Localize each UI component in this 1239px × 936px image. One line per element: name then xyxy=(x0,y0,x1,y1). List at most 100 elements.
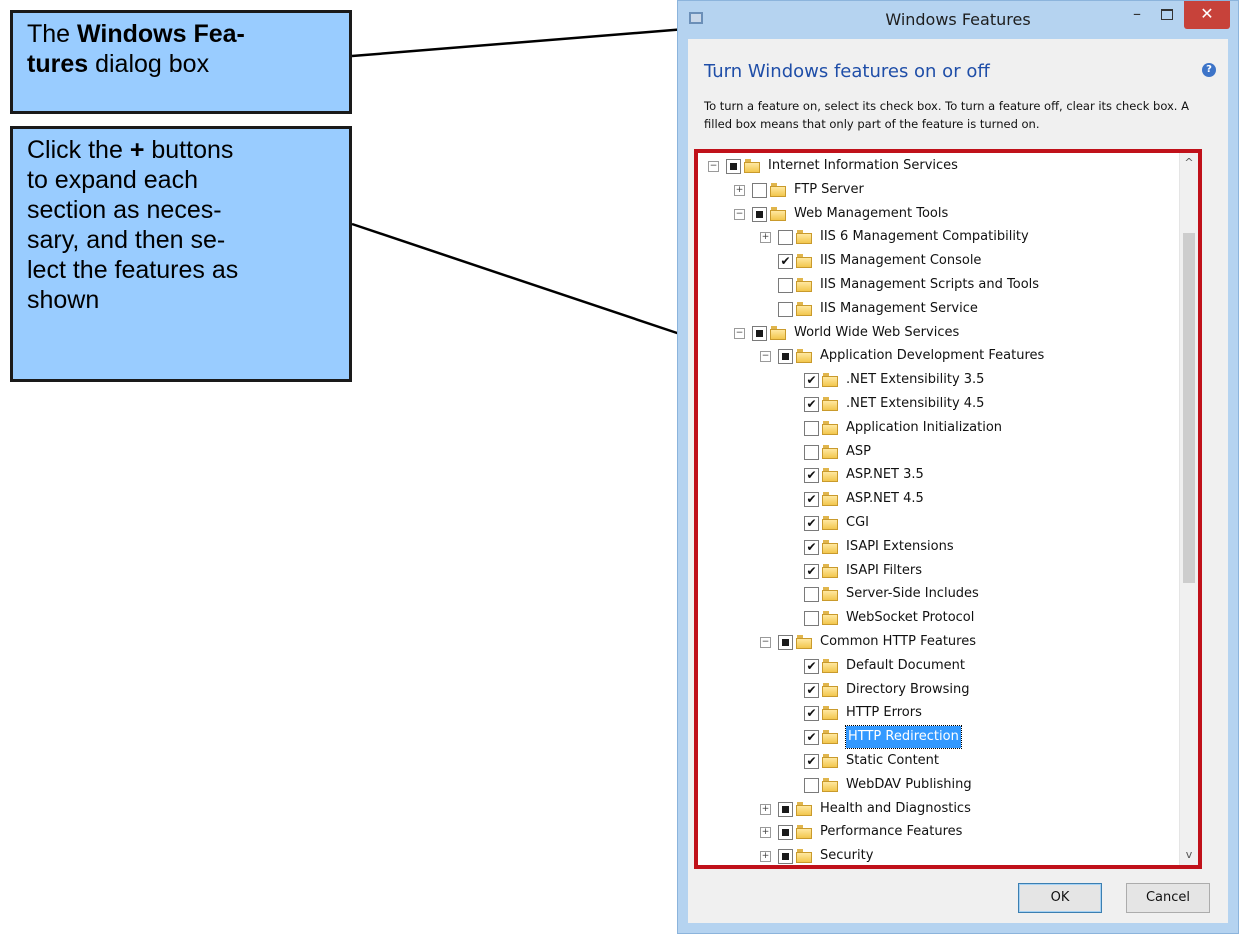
feature-checkbox[interactable] xyxy=(778,230,793,246)
feature-checkbox[interactable]: ✔ xyxy=(804,373,819,389)
feature-checkbox[interactable] xyxy=(778,635,793,650)
expand-icon[interactable]: + xyxy=(760,232,771,244)
scroll-down-icon[interactable]: v xyxy=(1180,845,1198,865)
feature-checkbox[interactable]: ✔ xyxy=(804,539,819,555)
feature-checkbox[interactable] xyxy=(726,159,741,174)
feature-checkbox[interactable]: ✔ xyxy=(804,682,819,698)
feature-checkbox[interactable] xyxy=(804,587,819,603)
tree-item[interactable]: ✔ CGI xyxy=(786,512,1168,534)
tree-item[interactable]: ✔ IIS Management Console xyxy=(760,250,1168,272)
feature-checkbox[interactable] xyxy=(778,801,793,817)
expand-icon[interactable]: + xyxy=(760,803,771,815)
collapse-icon[interactable]: − xyxy=(734,327,745,339)
feature-checkbox[interactable]: ✔ xyxy=(804,706,819,722)
scroll-thumb[interactable] xyxy=(1183,233,1195,583)
tree-item-label: Internet Information Services xyxy=(768,158,958,173)
tree-item[interactable]: − Internet Information Services xyxy=(708,155,1168,177)
tree-item-label: ISAPI Extensions xyxy=(846,538,954,554)
scroll-up-icon[interactable]: ^ xyxy=(1180,153,1198,173)
vertical-scrollbar[interactable]: ^ v xyxy=(1179,153,1198,865)
minimize-icon: – xyxy=(1133,4,1141,23)
help-icon[interactable]: ? xyxy=(1202,63,1216,77)
tree-item[interactable]: ✔ Default Document xyxy=(786,655,1168,677)
tree-item[interactable]: ✔ ISAPI Extensions xyxy=(786,536,1168,558)
feature-checkbox[interactable] xyxy=(752,325,767,341)
feature-checkbox[interactable] xyxy=(804,444,819,460)
callout-2-line: sary, and then se- xyxy=(27,226,226,254)
expand-icon[interactable]: + xyxy=(760,851,771,863)
close-button[interactable]: ✕ xyxy=(1184,1,1230,29)
expand-icon[interactable]: + xyxy=(734,184,745,196)
folder-icon xyxy=(822,777,838,792)
tree-item[interactable]: + IIS 6 Management Compatibility xyxy=(760,226,1168,248)
feature-checkbox[interactable]: ✔ xyxy=(804,492,819,508)
collapse-icon[interactable]: − xyxy=(708,161,719,172)
tree-item[interactable]: ✔ ASP.NET 4.5 xyxy=(786,488,1168,510)
feature-checkbox[interactable]: ✔ xyxy=(804,730,819,746)
tree-item[interactable]: WebDAV Publishing xyxy=(786,774,1168,796)
tree-item[interactable]: − World Wide Web Services xyxy=(734,322,1168,344)
tree-item[interactable]: ✔ HTTP Redirection xyxy=(786,725,1168,750)
tree-item[interactable]: − Web Management Tools xyxy=(734,203,1168,225)
tree-item[interactable]: ASP xyxy=(786,441,1168,463)
feature-checkbox[interactable]: ✔ xyxy=(804,563,819,579)
expand-icon[interactable]: + xyxy=(760,827,771,839)
tree-item[interactable]: ✔ .NET Extensibility 3.5 xyxy=(786,369,1168,391)
tree-item[interactable]: ✔ Static Content xyxy=(786,750,1168,772)
dialog-description: To turn a feature on, select its check b… xyxy=(704,99,1189,131)
feature-checkbox[interactable] xyxy=(752,206,767,222)
feature-checkbox[interactable] xyxy=(804,420,819,436)
feature-checkbox[interactable]: ✔ xyxy=(804,468,819,484)
collapse-icon[interactable]: − xyxy=(760,637,771,648)
feature-checkbox[interactable]: ✔ xyxy=(804,516,819,531)
feature-checkbox[interactable]: ✔ xyxy=(778,254,793,270)
collapse-icon[interactable]: − xyxy=(760,351,771,363)
tree-item[interactable]: Application Initialization xyxy=(786,417,1168,439)
tree-item[interactable]: ✔ .NET Extensibility 4.5 xyxy=(786,393,1168,415)
feature-checkbox[interactable] xyxy=(804,777,819,793)
tree-item[interactable]: + Health and Diagnostics xyxy=(760,798,1168,820)
feature-checkbox[interactable] xyxy=(778,825,793,841)
tree-item-label: ASP xyxy=(846,443,871,459)
tree-item[interactable]: IIS Management Scripts and Tools xyxy=(760,274,1168,296)
tree-item[interactable]: IIS Management Service xyxy=(760,298,1168,320)
feature-checkbox[interactable] xyxy=(778,278,793,293)
feature-checkbox[interactable] xyxy=(804,611,819,627)
tree-item[interactable]: + FTP Server xyxy=(734,179,1168,201)
folder-icon xyxy=(822,539,838,554)
callout-2-line: shown xyxy=(27,286,100,314)
tree-item[interactable]: ✔ Directory Browsing xyxy=(786,679,1168,701)
tree-item[interactable]: WebSocket Protocol xyxy=(786,607,1168,629)
tree-item[interactable]: ✔ HTTP Errors xyxy=(786,702,1168,724)
folder-icon xyxy=(822,492,838,507)
tree-item-label: HTTP Errors xyxy=(846,705,922,721)
feature-checkbox[interactable]: ✔ xyxy=(804,658,819,674)
ok-button[interactable]: OK xyxy=(1018,883,1102,913)
folder-icon xyxy=(744,159,760,173)
feature-checkbox[interactable] xyxy=(778,849,793,865)
maximize-button[interactable] xyxy=(1152,1,1182,29)
collapse-icon[interactable]: − xyxy=(734,208,745,220)
tree-item[interactable]: Server-Side Includes xyxy=(786,583,1168,605)
tree-item[interactable]: ✔ ISAPI Filters xyxy=(786,560,1168,582)
feature-checkbox[interactable] xyxy=(752,182,767,198)
minimize-button[interactable]: – xyxy=(1122,1,1152,29)
feature-checkbox[interactable] xyxy=(778,301,793,317)
folder-icon xyxy=(822,587,838,602)
folder-icon xyxy=(822,468,838,483)
title-bar[interactable]: Windows Features – ✕ xyxy=(678,1,1238,39)
feature-checkbox[interactable]: ✔ xyxy=(804,754,819,769)
callout-1-text-post: dialog box xyxy=(88,50,210,78)
tree-item[interactable]: ✔ ASP.NET 3.5 xyxy=(786,464,1168,486)
tree-item[interactable]: − Application Development Features xyxy=(760,345,1168,367)
folder-icon xyxy=(796,349,812,364)
feature-checkbox[interactable] xyxy=(778,349,793,365)
callout-2-line: to expand each xyxy=(27,166,198,194)
tree-item[interactable]: + Performance Features xyxy=(760,821,1168,843)
tree-item[interactable]: − Common HTTP Features xyxy=(760,631,1168,653)
feature-checkbox[interactable]: ✔ xyxy=(804,397,819,412)
tree-item-label: ASP.NET 3.5 xyxy=(846,467,924,483)
tree-item-label: FTP Server xyxy=(794,181,864,197)
tree-item[interactable]: + Security xyxy=(760,845,1168,865)
cancel-button[interactable]: Cancel xyxy=(1126,883,1210,913)
